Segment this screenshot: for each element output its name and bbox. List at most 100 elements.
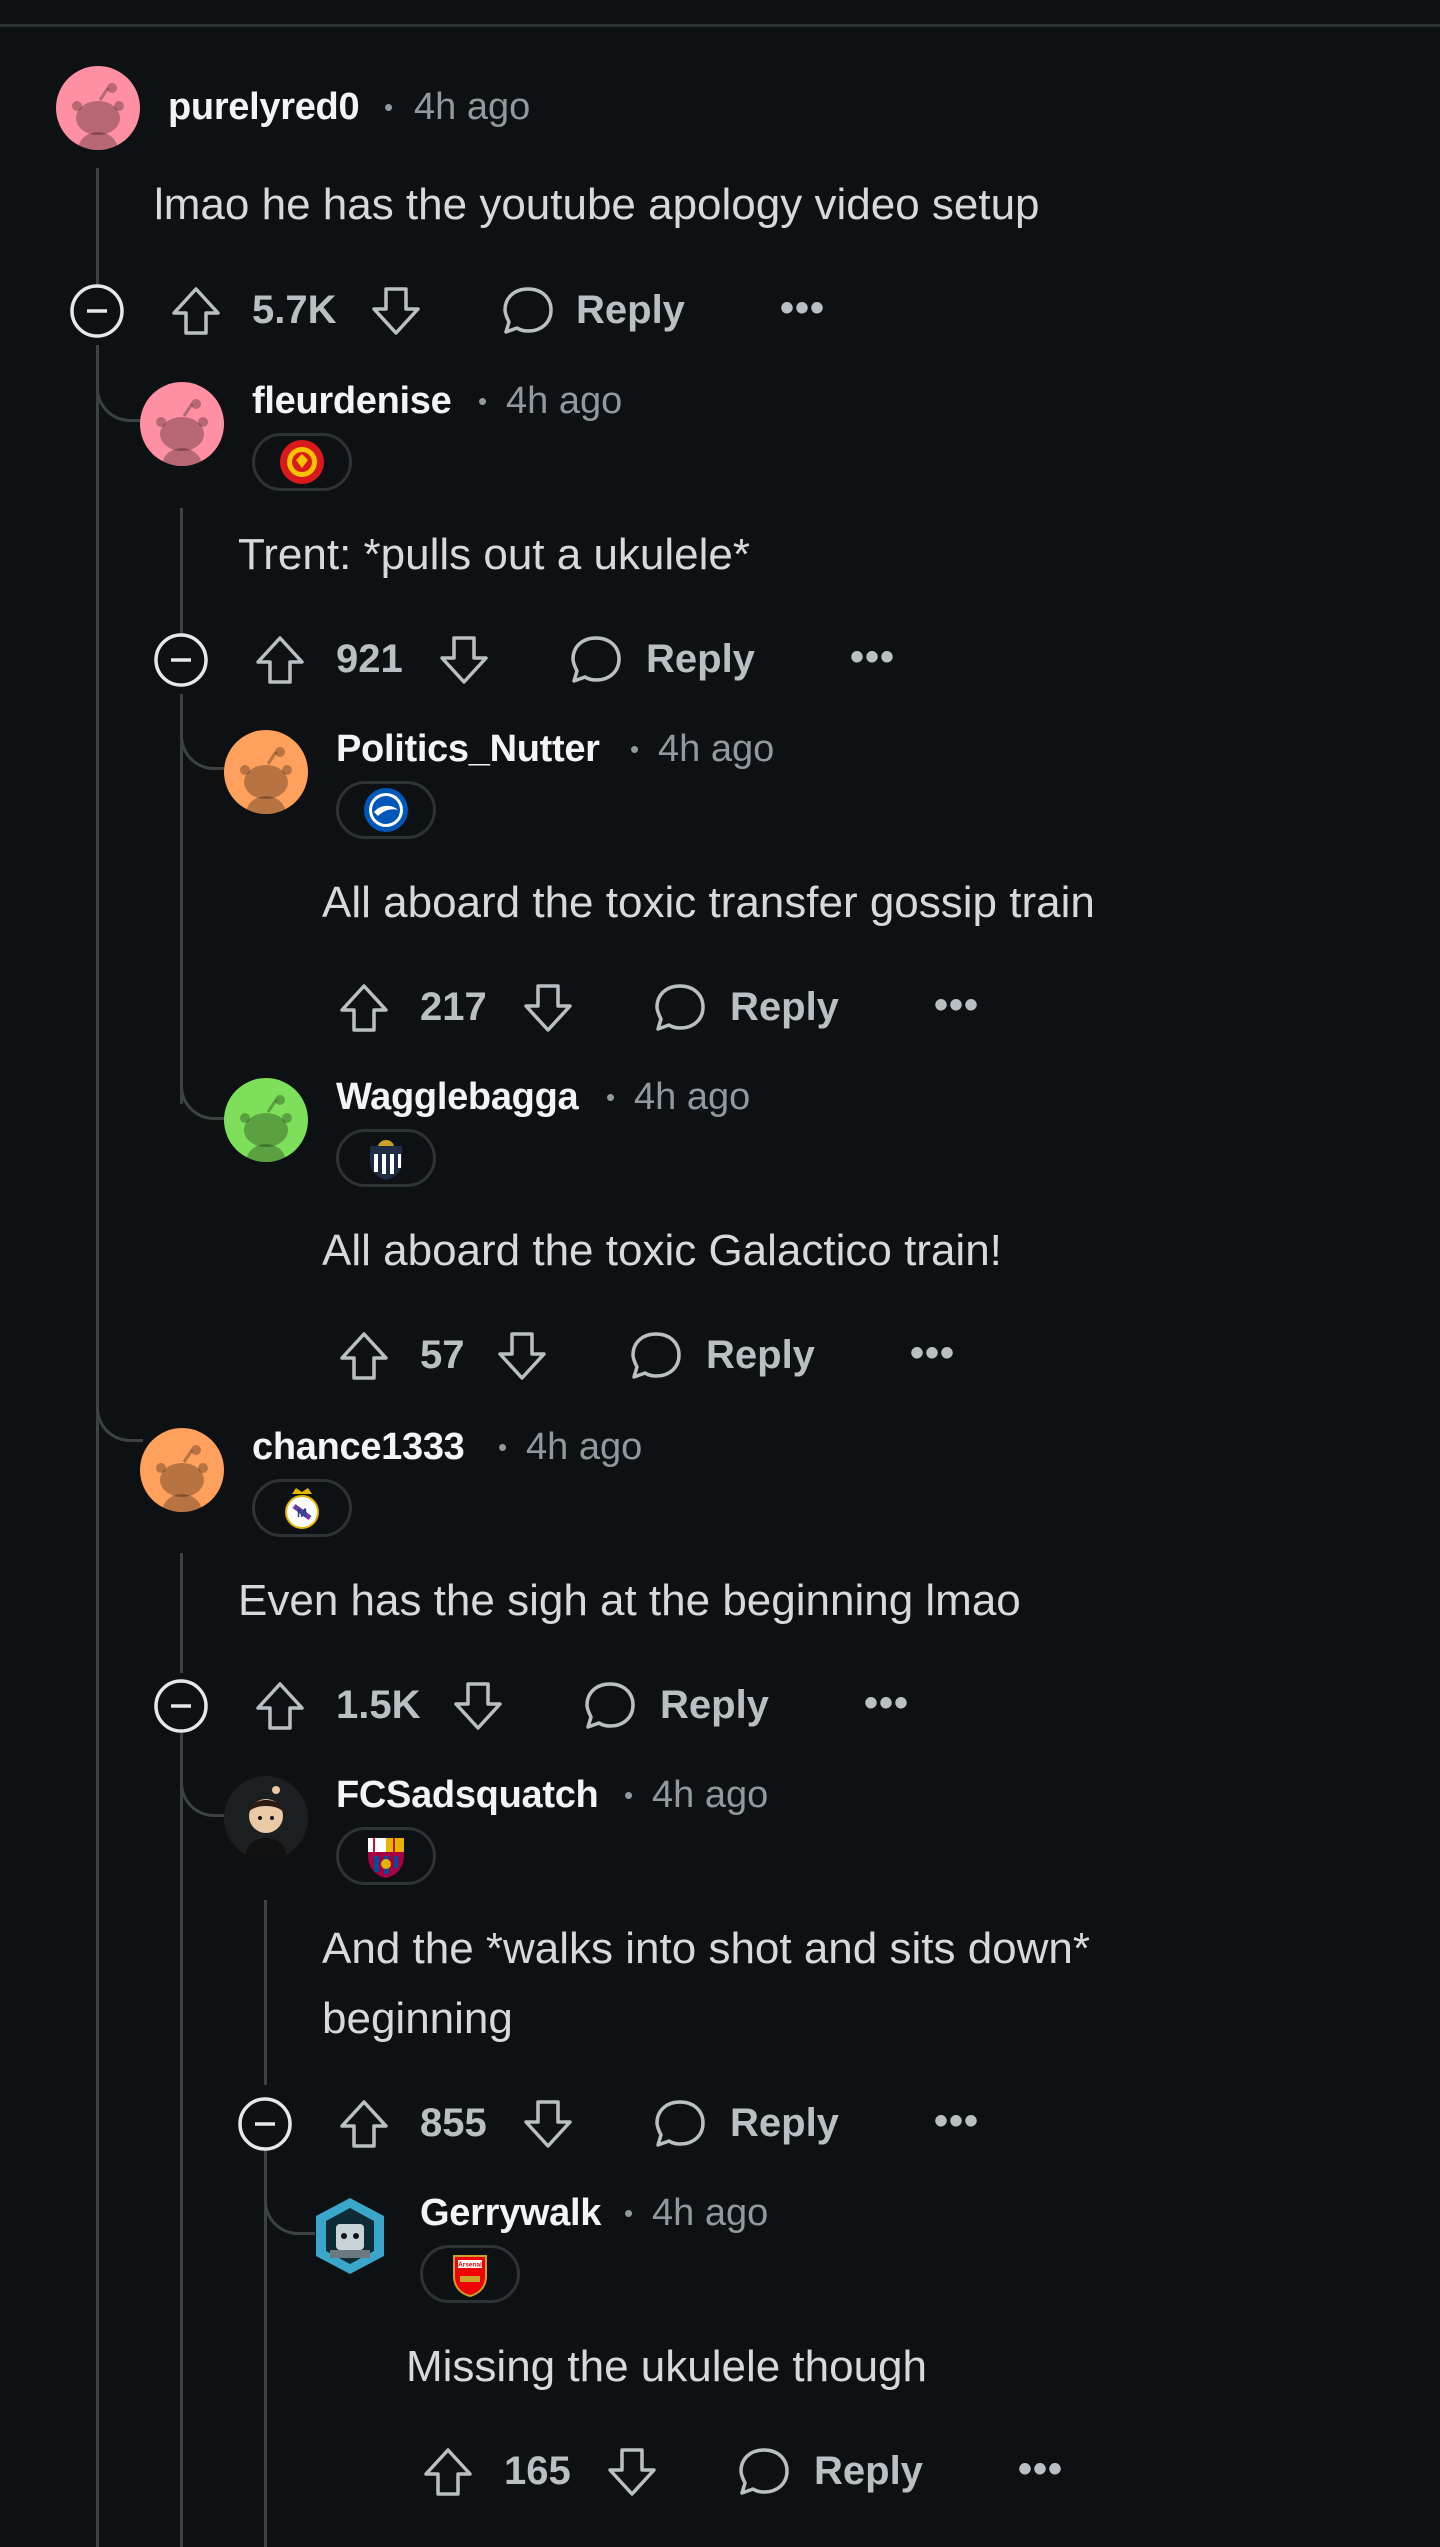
snoo-icon: [56, 66, 140, 150]
downvote-icon[interactable]: [494, 1328, 550, 1384]
reply-button[interactable]: Reply: [706, 1333, 815, 1378]
upvote-icon[interactable]: [420, 2444, 476, 2500]
username[interactable]: chance1333: [252, 1426, 465, 1469]
avatar[interactable]: [140, 1428, 224, 1512]
meta-separator: •: [624, 2198, 634, 2228]
timestamp[interactable]: 4h ago: [506, 380, 622, 423]
thread-branch: [264, 2198, 315, 2235]
user-flair: [336, 781, 436, 839]
thread-branch: [96, 385, 143, 422]
comment-body: Trent: *pulls out a ukulele*: [238, 530, 750, 579]
vote-count: 165: [504, 2449, 571, 2493]
more-options-icon[interactable]: •••: [850, 635, 895, 680]
username[interactable]: Politics_Nutter: [336, 728, 600, 771]
upvote-icon[interactable]: [336, 1328, 392, 1384]
username[interactable]: Gerrywalk: [420, 2192, 601, 2235]
collapse-icon[interactable]: [237, 2096, 293, 2152]
real-madrid-crest-icon: M: [285, 1488, 319, 1529]
avatar[interactable]: [224, 1776, 308, 1860]
manchester-united-crest-icon: [280, 440, 324, 484]
avatar[interactable]: [140, 382, 224, 466]
reply-bubble-icon[interactable]: [582, 1678, 638, 1734]
reply-button[interactable]: Reply: [576, 288, 685, 333]
username[interactable]: fleurdenise: [252, 380, 452, 423]
reply-button[interactable]: Reply: [660, 1683, 769, 1728]
thread-line: [180, 1733, 183, 2547]
svg-text:M: M: [297, 1506, 307, 1520]
more-options-icon[interactable]: •••: [934, 2099, 979, 2144]
top-divider: [0, 24, 1440, 27]
reply-bubble-icon[interactable]: [500, 283, 556, 339]
thread-branch: [180, 1083, 227, 1120]
user-flair: M: [252, 1479, 352, 1537]
collapse-icon[interactable]: [153, 1678, 209, 1734]
vote-count: 855: [420, 2101, 487, 2145]
thread-line: [180, 508, 183, 638]
vote-count: 1.5K: [336, 1683, 421, 1727]
avatar[interactable]: [308, 2194, 392, 2278]
avatar[interactable]: [224, 730, 308, 814]
comment-body: Missing the ukulele though: [406, 2342, 927, 2391]
reply-button[interactable]: Reply: [730, 985, 839, 1030]
downvote-icon[interactable]: [436, 632, 492, 688]
upvote-icon[interactable]: [252, 632, 308, 688]
meta-separator: •: [478, 386, 488, 416]
thread-line: [180, 1553, 183, 1673]
snoo-icon: [224, 730, 308, 814]
upvote-icon[interactable]: [336, 2096, 392, 2152]
reply-button[interactable]: Reply: [730, 2101, 839, 2146]
timestamp[interactable]: 4h ago: [652, 1774, 768, 1817]
barcelona-crest-icon: [368, 1838, 404, 1878]
thread-line: [96, 168, 99, 288]
arsenal-crest-icon: Arsenal: [453, 2255, 487, 2298]
more-options-icon[interactable]: •••: [864, 1681, 909, 1726]
upvote-icon[interactable]: [168, 283, 224, 339]
more-options-icon[interactable]: •••: [780, 286, 825, 331]
snoo-icon: [140, 382, 224, 466]
username[interactable]: purelyred0: [168, 86, 360, 129]
reply-bubble-icon[interactable]: [652, 980, 708, 1036]
meta-separator: •: [606, 1082, 616, 1112]
reply-bubble-icon[interactable]: [736, 2444, 792, 2500]
reply-bubble-icon[interactable]: [568, 632, 624, 688]
reply-bubble-icon[interactable]: [652, 2096, 708, 2152]
username[interactable]: FCSadsquatch: [336, 1774, 599, 1817]
more-options-icon[interactable]: •••: [1018, 2447, 1063, 2492]
timestamp[interactable]: 4h ago: [658, 728, 774, 771]
upvote-icon[interactable]: [252, 1678, 308, 1734]
timestamp[interactable]: 4h ago: [526, 1426, 642, 1469]
newcastle-crest-icon: [370, 1140, 402, 1180]
comment-body-line2: beginning: [322, 1994, 513, 2043]
upvote-icon[interactable]: [336, 980, 392, 1036]
downvote-icon[interactable]: [520, 980, 576, 1036]
more-options-icon[interactable]: •••: [910, 1331, 955, 1376]
user-flair: [336, 1827, 436, 1885]
reply-button[interactable]: Reply: [814, 2449, 923, 2494]
collapse-icon[interactable]: [69, 283, 125, 339]
meta-separator: •: [498, 1432, 508, 1462]
comment-body: All aboard the toxic transfer gossip tra…: [322, 878, 1095, 927]
reply-button[interactable]: Reply: [646, 637, 755, 682]
custom-avatar-icon: [246, 1786, 286, 1860]
user-flair: [252, 433, 352, 491]
thread-line: [180, 694, 183, 1104]
downvote-icon[interactable]: [368, 283, 424, 339]
reply-bubble-icon[interactable]: [628, 1328, 684, 1384]
vote-count: 921: [336, 637, 403, 681]
timestamp[interactable]: 4h ago: [414, 86, 530, 129]
more-options-icon[interactable]: •••: [934, 983, 979, 1028]
timestamp[interactable]: 4h ago: [652, 2192, 768, 2235]
avatar[interactable]: [224, 1078, 308, 1162]
user-flair: Arsenal: [420, 2245, 520, 2303]
collapse-icon[interactable]: [153, 632, 209, 688]
avatar[interactable]: [56, 66, 140, 150]
meta-separator: •: [624, 1780, 634, 1810]
downvote-icon[interactable]: [604, 2444, 660, 2500]
downvote-icon[interactable]: [520, 2096, 576, 2152]
timestamp[interactable]: 4h ago: [634, 1076, 750, 1119]
comment-body-line1: And the *walks into shot and sits down*: [322, 1924, 1091, 1973]
thread-line: [96, 345, 99, 2547]
downvote-icon[interactable]: [450, 1678, 506, 1734]
username[interactable]: Wagglebagga: [336, 1076, 579, 1119]
thread-branch: [96, 1405, 143, 1442]
